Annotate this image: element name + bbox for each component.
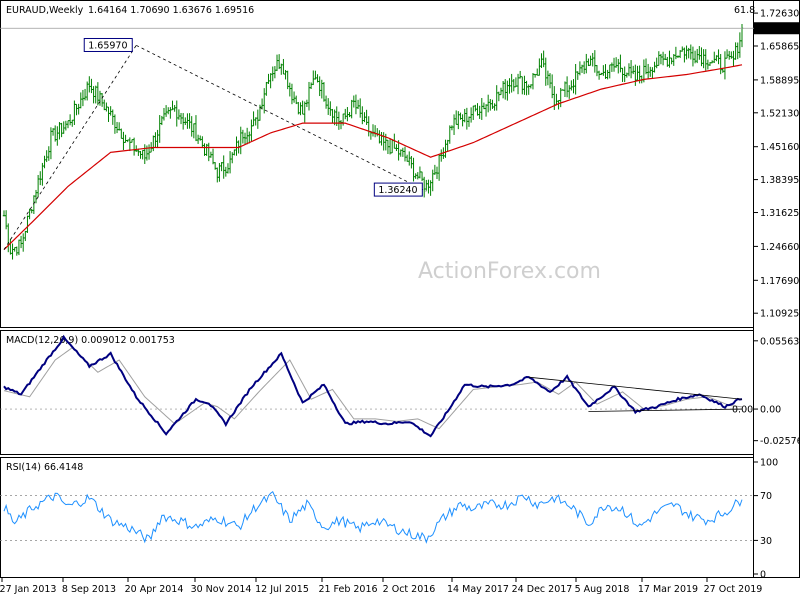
- macd-y-tick-label: 0.00: [760, 405, 781, 416]
- macd-zero-label: 0.00: [732, 405, 753, 416]
- rsi-y-tick-label: 70: [760, 491, 772, 502]
- chart-canvas: ActionForex.com EURAUD,Weekly 1.64164 1.…: [0, 0, 800, 595]
- price-y-tick-label: 1.10925: [760, 309, 799, 320]
- macd-trend-line: [528, 376, 743, 400]
- macd-y-tick-label: 0.055637: [760, 336, 800, 347]
- macd-y-tick-label: -0.02576: [760, 436, 800, 447]
- price-title: EURAUD,Weekly: [6, 5, 84, 16]
- price-annotation-label: 1.65970: [88, 40, 127, 51]
- watermark: ActionForex.com: [418, 259, 601, 284]
- x-tick-label: 14 May 2017: [447, 584, 509, 595]
- rsi-y-tick-label: 30: [760, 536, 772, 547]
- moving-average-line: [3, 64, 743, 251]
- rsi-plot: [0, 490, 754, 544]
- x-tick-label: 8 Sep 2013: [62, 584, 116, 595]
- x-tick-label: 24 Dec 2017: [512, 584, 573, 595]
- rsi-y-tick-label: 100: [760, 458, 778, 469]
- corner-label: 61.8: [734, 5, 755, 16]
- price-annotation-label: 1.36240: [378, 185, 417, 196]
- price-y-tick-label: 1.38395: [760, 175, 799, 186]
- last-price-label: 1.69516: [760, 24, 799, 35]
- price-y-tick-label: 1.31625: [760, 208, 799, 219]
- x-tick-label: 2 Oct 2016: [383, 584, 436, 595]
- x-tick-label: 27 Jan 2013: [0, 584, 56, 595]
- x-tick-label: 5 Aug 2018: [575, 584, 630, 595]
- x-tick-label: 12 Jul 2015: [255, 584, 309, 595]
- price-plot: 1.65970 1.36240: [0, 24, 754, 260]
- price-y-tick-label: 1.72630: [760, 9, 799, 20]
- x-tick-label: 20 Apr 2014: [125, 584, 184, 595]
- x-tick-label: 30 Nov 2014: [191, 584, 252, 595]
- price-y-tick-label: 1.58895: [760, 75, 799, 86]
- rsi-panel-frame: [0, 457, 754, 578]
- x-tick-label: 27 Oct 2019: [704, 584, 763, 595]
- macd-line: [3, 334, 743, 438]
- macd-panel-frame: [0, 330, 754, 455]
- rsi-y-tick-label: 0: [760, 570, 766, 581]
- x-tick-label: 17 Mar 2019: [638, 584, 698, 595]
- macd-title: MACD(12,26,9) 0.009012 0.001753: [6, 335, 175, 346]
- price-y-tick-label: 1.52130: [760, 108, 799, 119]
- macd-trend-line: [588, 408, 743, 412]
- rsi-title: RSI(14) 66.4148: [6, 462, 83, 473]
- price-y-tick-label: 1.65865: [760, 41, 799, 52]
- price-y-tick-label: 1.24660: [760, 242, 799, 253]
- price-y-tick-label: 1.45160: [760, 142, 799, 153]
- price-ohlc-header: 1.64164 1.70690 1.63676 1.69516: [88, 5, 254, 16]
- price-trend-line: [3, 45, 137, 250]
- macd-plot: [0, 334, 754, 438]
- rsi-line: [3, 490, 743, 544]
- x-tick-label: 21 Feb 2016: [318, 584, 377, 595]
- price-y-tick-label: 1.17690: [760, 276, 799, 287]
